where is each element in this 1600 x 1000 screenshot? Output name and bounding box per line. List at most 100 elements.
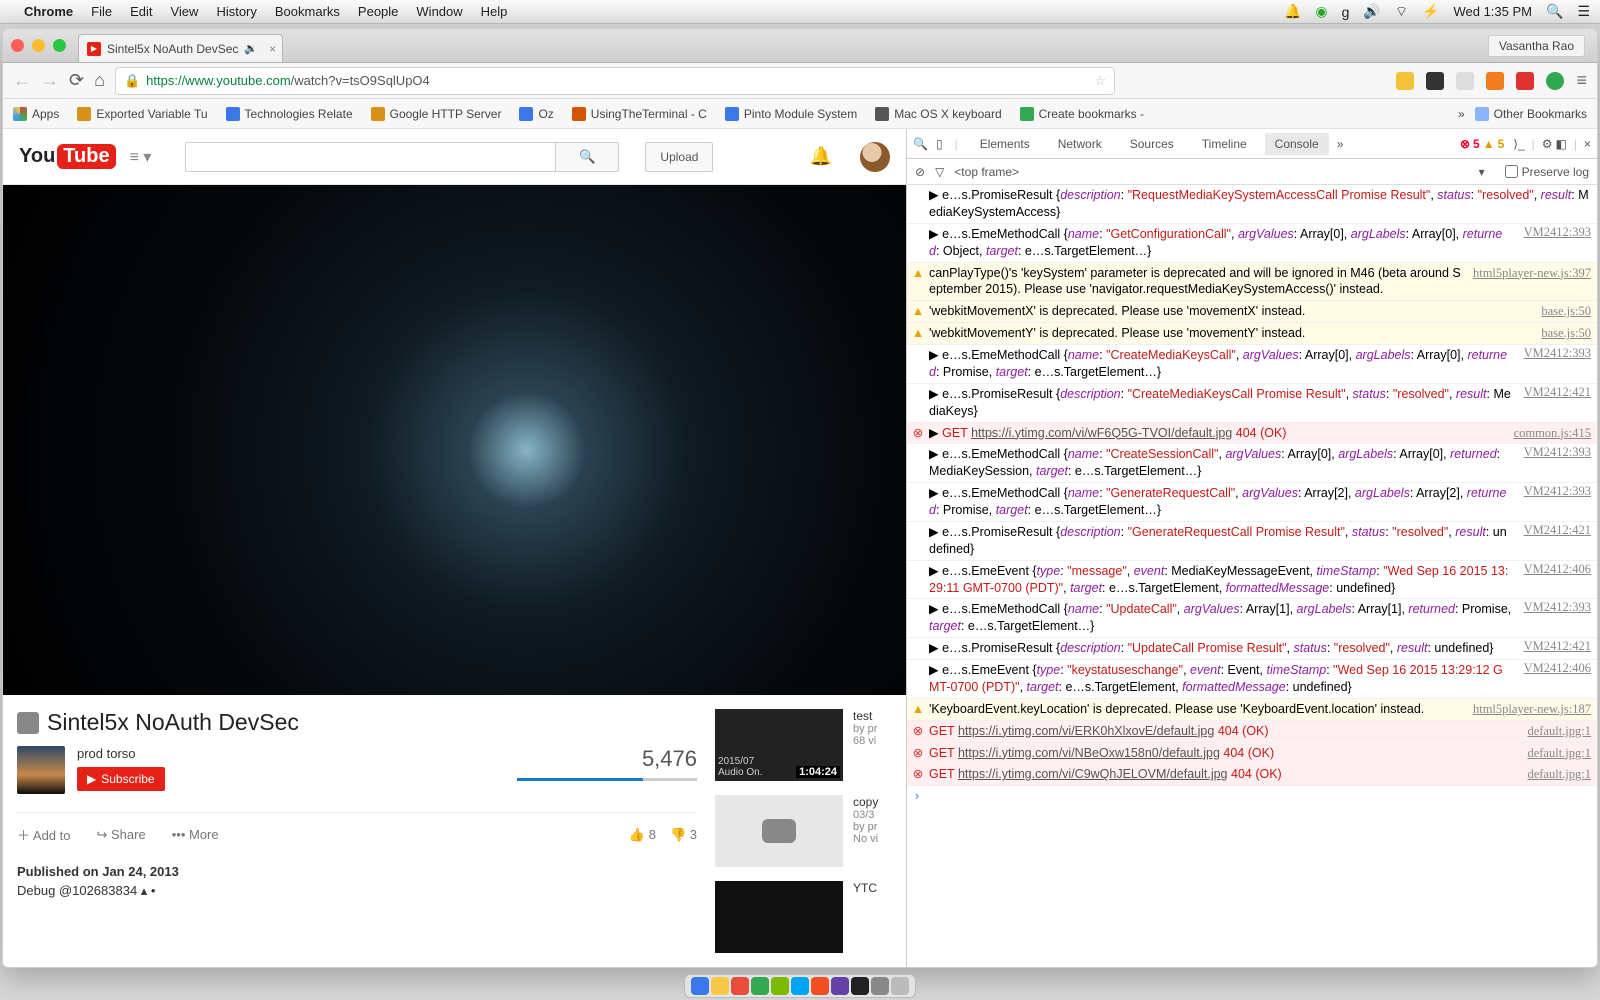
dock-app-icon[interactable] bbox=[871, 977, 889, 995]
tab-close-icon[interactable]: × bbox=[269, 42, 276, 56]
extension-icon[interactable] bbox=[1546, 72, 1564, 90]
error-count-icon[interactable]: ⊗ bbox=[1460, 137, 1470, 151]
bookmark-item[interactable]: Mac OS X keyboard bbox=[875, 107, 1001, 121]
console-output[interactable]: ▶ e…s.PromiseResult {description: "Reque… bbox=[907, 185, 1597, 967]
dock-app-icon[interactable] bbox=[751, 977, 769, 995]
app-name[interactable]: Chrome bbox=[24, 4, 73, 19]
guide-toggle-icon[interactable]: ≡ ▾ bbox=[130, 147, 152, 167]
wifi-icon[interactable]: ⌔ bbox=[1395, 3, 1408, 21]
extension-icon[interactable] bbox=[1396, 72, 1414, 90]
preserve-log-checkbox[interactable]: Preserve log bbox=[1505, 165, 1589, 179]
devtools-tab-console[interactable]: Console bbox=[1265, 133, 1329, 155]
channel-name[interactable]: prod torso bbox=[77, 746, 505, 761]
other-bookmarks-button[interactable]: Other Bookmarks bbox=[1475, 107, 1587, 121]
devtools-tab-overflow[interactable]: » bbox=[1337, 137, 1344, 151]
bookmark-star-icon[interactable]: ☆ bbox=[1094, 73, 1106, 89]
frame-selector[interactable]: <top frame> bbox=[954, 165, 1019, 179]
add-to-button[interactable]: ＋ Add to bbox=[17, 825, 71, 844]
back-button[interactable]: ← bbox=[13, 70, 31, 91]
source-link[interactable]: default.jpg:1 bbox=[1527, 745, 1591, 762]
suggested-video[interactable]: 2015/07 Audio On. 1:04:24 test by pr 68 … bbox=[715, 709, 885, 781]
dock-app-icon[interactable] bbox=[691, 977, 709, 995]
bookmark-overflow-icon[interactable]: » bbox=[1458, 107, 1465, 121]
bookmark-item[interactable]: Technologies Relate bbox=[226, 107, 353, 121]
like-button[interactable]: 👍 8 bbox=[629, 827, 656, 843]
source-link[interactable]: default.jpg:1 bbox=[1527, 766, 1591, 783]
video-player[interactable] bbox=[3, 185, 906, 695]
dock-app-icon[interactable] bbox=[851, 977, 869, 995]
dock-app-icon[interactable] bbox=[711, 977, 729, 995]
bookmark-item[interactable]: UsingTheTerminal - C bbox=[572, 107, 707, 121]
dock-app-icon[interactable] bbox=[791, 977, 809, 995]
menu-bookmarks[interactable]: Bookmarks bbox=[275, 4, 340, 19]
bookmark-item[interactable]: Pinto Module System bbox=[725, 107, 857, 121]
volume-icon[interactable]: 🔊 bbox=[1363, 3, 1380, 20]
channel-avatar[interactable] bbox=[17, 746, 65, 794]
cast-icon[interactable] bbox=[1456, 72, 1474, 90]
lock-icon[interactable]: 🔒 bbox=[124, 73, 140, 89]
extension-icon[interactable] bbox=[1426, 72, 1444, 90]
playlist-icon[interactable] bbox=[17, 712, 39, 734]
status-icon[interactable]: ◉ bbox=[1315, 3, 1327, 20]
device-toggle-icon[interactable]: ▯ bbox=[936, 137, 943, 151]
console-prompt[interactable]: › bbox=[907, 786, 1597, 807]
notifications-icon[interactable]: 🔔 bbox=[810, 146, 832, 167]
devtools-settings-icon[interactable]: ⚙ bbox=[1542, 137, 1553, 151]
close-window-button[interactable] bbox=[11, 39, 24, 52]
filter-icon[interactable]: ▽ bbox=[935, 165, 944, 179]
bookmark-item[interactable]: Oz bbox=[519, 107, 553, 121]
dock-app-icon[interactable] bbox=[831, 977, 849, 995]
more-button[interactable]: ••• More bbox=[172, 827, 219, 842]
dock-side-icon[interactable]: ◧ bbox=[1556, 137, 1567, 151]
notification-icon[interactable]: 🔔 bbox=[1284, 3, 1301, 20]
bookmark-item[interactable]: Google HTTP Server bbox=[371, 107, 502, 121]
youtube-logo[interactable]: YouTube bbox=[19, 144, 116, 169]
chrome-menu-icon[interactable]: ≡ bbox=[1576, 70, 1587, 91]
source-link[interactable]: default.jpg:1 bbox=[1527, 723, 1591, 740]
bookmark-item[interactable]: Exported Variable Tu bbox=[77, 107, 207, 121]
devtools-tab-elements[interactable]: Elements bbox=[970, 133, 1040, 155]
spotlight-icon[interactable]: 🔍 bbox=[1546, 3, 1563, 20]
devtools-close-icon[interactable]: × bbox=[1584, 137, 1591, 151]
source-link[interactable]: html5player-new.js:397 bbox=[1473, 265, 1591, 282]
dock-app-icon[interactable] bbox=[731, 977, 749, 995]
search-input[interactable] bbox=[185, 142, 555, 172]
devtools-tab-sources[interactable]: Sources bbox=[1120, 133, 1184, 155]
address-bar[interactable]: 🔒 https://www.youtube.com/watch?v=tsO9Sq… bbox=[115, 67, 1115, 95]
google-icon[interactable]: g bbox=[1342, 4, 1350, 20]
macos-dock[interactable] bbox=[684, 974, 916, 998]
account-avatar[interactable] bbox=[860, 142, 890, 172]
battery-icon[interactable]: ⚡ bbox=[1422, 3, 1439, 20]
reload-button[interactable]: ⟳ bbox=[69, 70, 84, 91]
clock[interactable]: Wed 1:35 PM bbox=[1453, 4, 1532, 19]
subscribe-button[interactable]: ▶ Subscribe bbox=[77, 767, 165, 791]
menu-view[interactable]: View bbox=[170, 4, 198, 19]
menu-people[interactable]: People bbox=[358, 4, 398, 19]
menu-extras-icon[interactable]: ☰ bbox=[1577, 3, 1590, 20]
suggested-video[interactable]: copy 03/3 by pr No vi bbox=[715, 795, 885, 867]
drawer-toggle-icon[interactable]: ⟩_ bbox=[1513, 137, 1524, 151]
search-button[interactable]: 🔍 bbox=[555, 142, 619, 172]
extension-icon[interactable] bbox=[1486, 72, 1504, 90]
devtools-tab-network[interactable]: Network bbox=[1048, 133, 1112, 155]
chrome-profile-button[interactable]: Vasantha Rao bbox=[1488, 35, 1585, 57]
warning-count-icon[interactable]: ▲ bbox=[1483, 137, 1495, 151]
home-button[interactable]: ⌂ bbox=[94, 70, 105, 91]
dislike-button[interactable]: 👎 3 bbox=[670, 827, 697, 843]
source-link[interactable]: base.js:50 bbox=[1541, 325, 1591, 342]
menu-file[interactable]: File bbox=[91, 4, 112, 19]
suggested-video[interactable]: YTC bbox=[715, 881, 885, 953]
inspect-icon[interactable]: 🔍 bbox=[913, 137, 928, 151]
menu-edit[interactable]: Edit bbox=[130, 4, 152, 19]
dock-app-icon[interactable] bbox=[811, 977, 829, 995]
extension-icon[interactable] bbox=[1516, 72, 1534, 90]
dock-app-icon[interactable] bbox=[771, 977, 789, 995]
upload-button[interactable]: Upload bbox=[645, 142, 713, 172]
source-link[interactable]: base.js:50 bbox=[1541, 303, 1591, 320]
bookmark-item[interactable]: Create bookmarks - bbox=[1020, 107, 1144, 121]
devtools-tab-timeline[interactable]: Timeline bbox=[1192, 133, 1257, 155]
source-link[interactable]: common.js:415 bbox=[1514, 425, 1591, 442]
clear-console-icon[interactable]: ⊘ bbox=[915, 165, 925, 179]
menu-help[interactable]: Help bbox=[481, 4, 508, 19]
tab-audio-icon[interactable]: 🔉 bbox=[244, 42, 258, 55]
